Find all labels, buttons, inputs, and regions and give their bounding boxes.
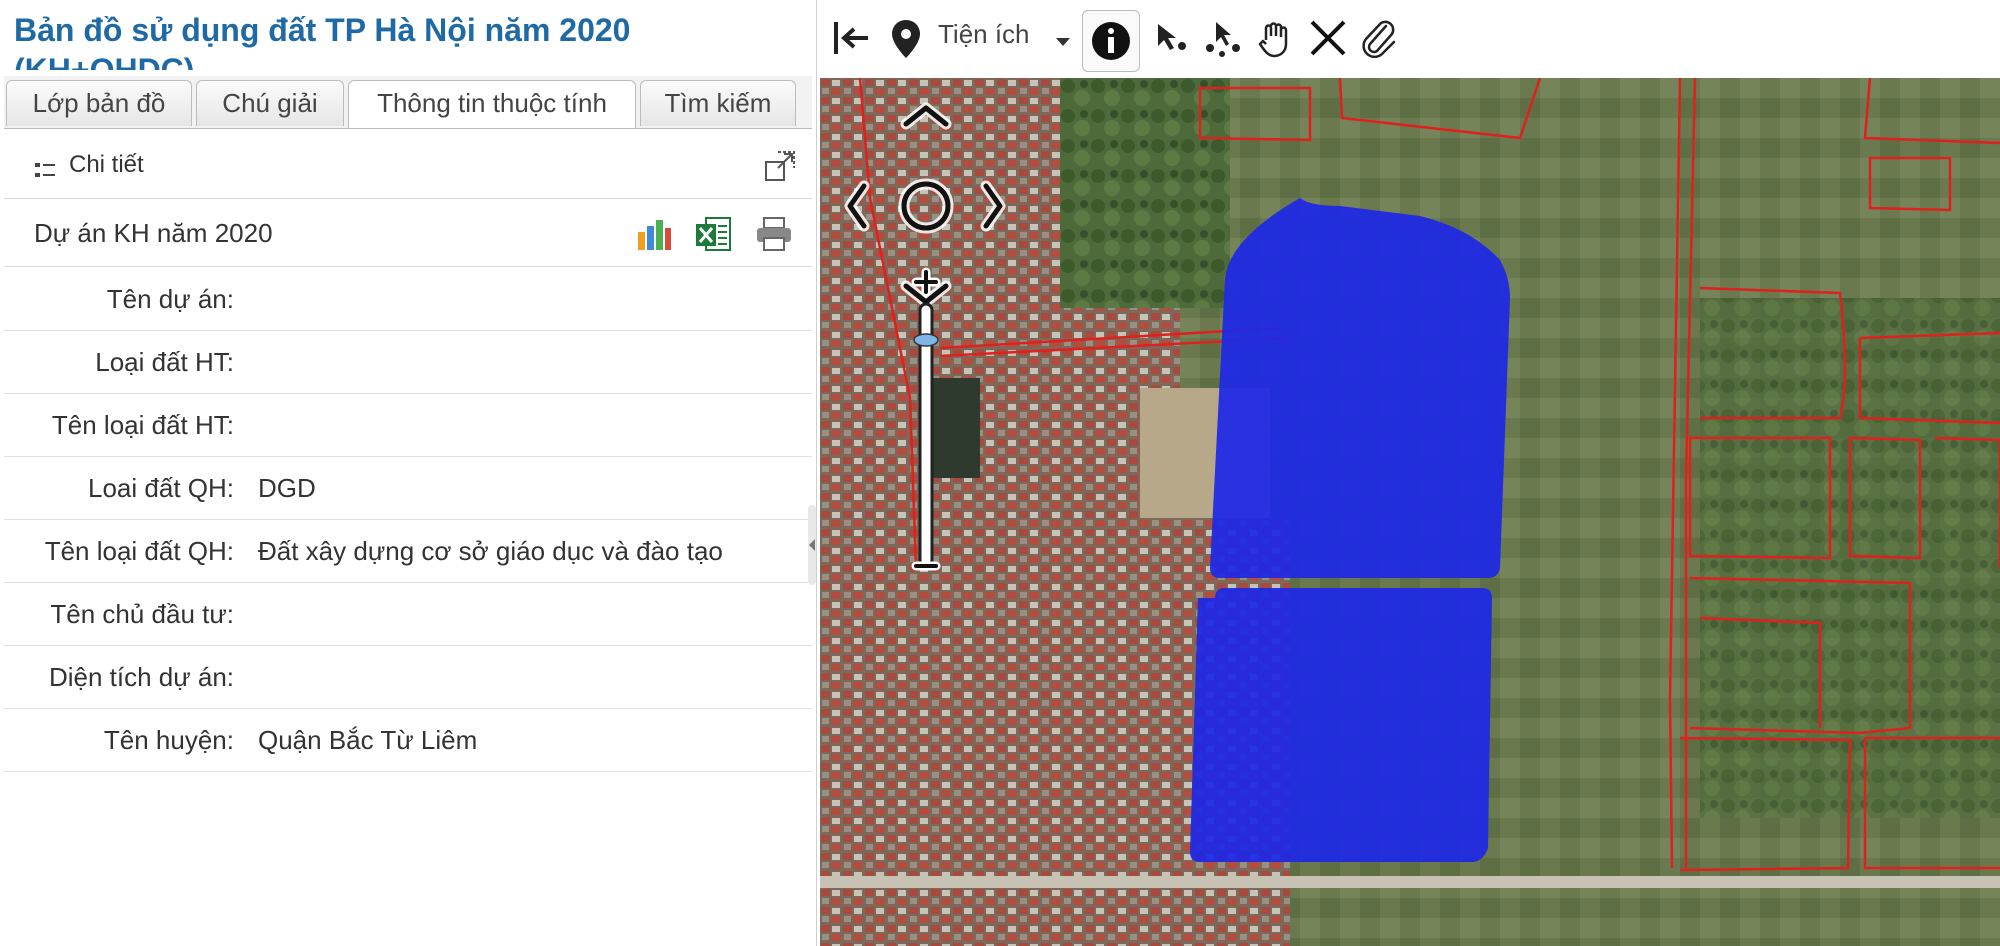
map-canvas[interactable] bbox=[820, 78, 2000, 946]
attribute-table: Tên dự án: Loại đất HT: Tên loại đất HT:… bbox=[4, 268, 812, 772]
tab-search[interactable]: Tìm kiếm bbox=[640, 80, 796, 126]
detail-toolbar: Chi tiết bbox=[4, 130, 812, 199]
attribute-value: Đất xây dựng cơ sở giáo dục và đào tạo bbox=[258, 536, 723, 566]
attribute-label: Tên chủ đầu tư: bbox=[50, 599, 234, 629]
project-title: Dự án KH năm 2020 bbox=[34, 218, 273, 248]
attribute-row: Loại đất HT: bbox=[4, 331, 812, 394]
attribute-row: Tên loại đất QH: Đất xây dựng cơ sở giáo … bbox=[4, 520, 812, 583]
attribute-row: Tên huyện: Quận Bắc Từ Liêm bbox=[4, 709, 812, 772]
pan-hand-icon[interactable] bbox=[1254, 16, 1298, 60]
attribute-row: Diện tích dự án: bbox=[4, 646, 812, 709]
chevron-down-icon[interactable] bbox=[1056, 38, 1070, 46]
print-icon[interactable] bbox=[754, 214, 794, 254]
attribute-row: Tên chủ đầu tư: bbox=[4, 583, 812, 646]
tab-attribute-info[interactable]: Thông tin thuộc tính bbox=[348, 80, 636, 128]
attribute-value: DGD bbox=[258, 473, 316, 503]
map-toolbar: Tiện ích bbox=[820, 0, 2000, 79]
select-arrow-icon[interactable] bbox=[1150, 16, 1194, 60]
info-icon[interactable] bbox=[1089, 19, 1133, 63]
attribute-label: Tên dự án: bbox=[106, 284, 234, 314]
attribute-row: Tên dự án: bbox=[4, 268, 812, 331]
selected-parcels[interactable] bbox=[1190, 198, 1510, 862]
close-icon[interactable] bbox=[1306, 16, 1350, 60]
zoom-handle[interactable] bbox=[913, 333, 939, 347]
selected-parcel-north[interactable] bbox=[1210, 198, 1510, 578]
utility-dropdown-label[interactable]: Tiện ích bbox=[938, 18, 1030, 50]
expand-icon[interactable] bbox=[764, 148, 798, 182]
attribute-label: Tên loại đất QH: bbox=[44, 536, 234, 566]
attribute-label: Tên huyện: bbox=[103, 725, 234, 755]
map-view[interactable] bbox=[820, 78, 2000, 946]
excel-icon[interactable] bbox=[694, 214, 734, 254]
attribute-row: Loai đất QH: DGD bbox=[4, 457, 812, 520]
attach-icon[interactable] bbox=[1356, 16, 1400, 60]
select-multi-icon[interactable] bbox=[1202, 16, 1246, 60]
location-pin-icon[interactable] bbox=[884, 16, 928, 60]
detail-label[interactable]: Chi tiết bbox=[69, 150, 144, 180]
attribute-value: Quận Bắc Từ Liêm bbox=[258, 725, 478, 755]
page-title: Bản đồ sử dụng đất TP Hà Nội năm 2020 (K… bbox=[14, 12, 631, 70]
list-icon[interactable] bbox=[34, 160, 56, 182]
tree-area bbox=[1060, 78, 1230, 308]
attribute-row: Tên loại đất HT: bbox=[4, 394, 812, 457]
attribute-label: Loai đất QH: bbox=[88, 473, 234, 503]
attribute-label: Tên loại đất HT: bbox=[51, 410, 234, 440]
attribute-label: Loại đất HT: bbox=[95, 347, 234, 377]
left-panel: Bản đồ sử dụng đất TP Hà Nội năm 2020 (K… bbox=[0, 0, 817, 946]
tab-legend[interactable]: Chú giải bbox=[196, 80, 344, 126]
exit-icon[interactable] bbox=[830, 16, 874, 60]
attribute-label: Diện tích dự án: bbox=[48, 662, 234, 692]
project-header: Dự án KH năm 2020 bbox=[4, 200, 812, 267]
selected-parcel-south[interactable] bbox=[1190, 588, 1492, 862]
chart-icon[interactable] bbox=[634, 214, 674, 254]
info-button[interactable] bbox=[1082, 10, 1140, 72]
panel-splitter-handle[interactable] bbox=[808, 505, 816, 585]
tab-bar: Lớp bản đồ Chú giải Thông tin thuộc tính… bbox=[4, 76, 812, 129]
road bbox=[820, 876, 2000, 888]
tab-map-layers[interactable]: Lớp bản đồ bbox=[6, 80, 192, 126]
